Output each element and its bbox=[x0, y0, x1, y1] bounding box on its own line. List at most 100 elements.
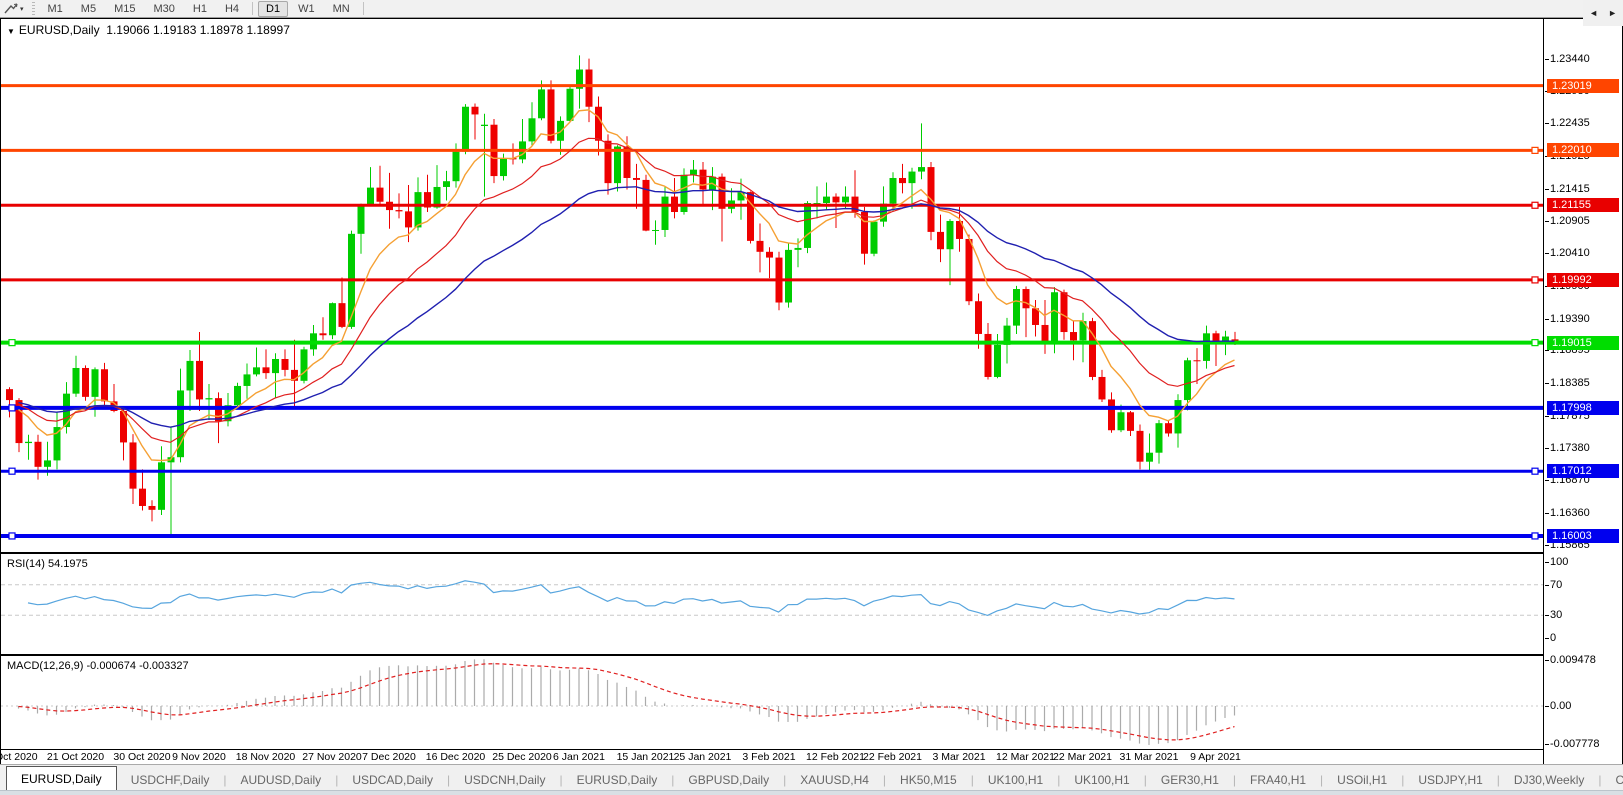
axis-tick-label: 1.19390 bbox=[1550, 312, 1590, 326]
price-tag: 1.19015 bbox=[1547, 336, 1619, 350]
chart-window: ▼ EURUSD,Daily 1.19066 1.19183 1.18978 1.… bbox=[0, 18, 1623, 765]
tab-scroll-arrows: ◄ ► bbox=[1583, 0, 1623, 26]
date-axis-label: 25 Jan 2021 bbox=[674, 751, 732, 763]
rsi-panel[interactable] bbox=[1, 554, 1544, 654]
axis-tick-label: 1.16360 bbox=[1550, 506, 1590, 520]
date-axis-label: 12 Mar 2021 bbox=[996, 751, 1055, 763]
rsi-name: RSI(14) bbox=[7, 558, 45, 570]
chart-tab[interactable]: USDCHF,Daily bbox=[117, 769, 224, 791]
chart-tab[interactable]: AUDUSD,Daily bbox=[227, 769, 336, 791]
ohlc-low: 1.18978 bbox=[200, 23, 243, 37]
symbol-dropdown-icon[interactable]: ▼ bbox=[7, 27, 15, 36]
mt4-terminal: ▾ M1M5M15M30H1H4 D1W1MN ▼ EURUSD,Daily 1.1… bbox=[0, 0, 1623, 795]
timeframe-button-m30[interactable]: M30 bbox=[145, 1, 182, 17]
axis-tick-label: 1.20410 bbox=[1550, 246, 1590, 260]
axis-tick-label: 1.20905 bbox=[1550, 214, 1590, 228]
date-axis-label: 18 Nov 2020 bbox=[236, 751, 296, 763]
chart-tab[interactable]: EURUSD,Daily bbox=[563, 769, 672, 791]
chart-ohlc-header: ▼ EURUSD,Daily 1.19066 1.19183 1.18978 1.… bbox=[7, 23, 290, 37]
date-axis-label: 15 Jan 2021 bbox=[617, 751, 675, 763]
axis-tick-label: 1.22435 bbox=[1550, 116, 1590, 130]
timeframe-button-m1[interactable]: M1 bbox=[40, 1, 71, 17]
chart-symbol-label: EURUSD,Daily bbox=[19, 23, 100, 37]
toolbar-grip[interactable] bbox=[32, 2, 35, 15]
chart-tab[interactable]: XAUUSD,H4 bbox=[786, 769, 883, 791]
macd-canvas[interactable] bbox=[1, 656, 1544, 749]
chart-tab[interactable]: DJ30,Weekly bbox=[1500, 769, 1598, 791]
price-tag: 1.22010 bbox=[1547, 143, 1619, 157]
chart-tab[interactable]: USOil,H1 bbox=[1323, 769, 1401, 791]
axis-tick-label: 1.18385 bbox=[1550, 376, 1590, 390]
axis-tick-label: 0.009478 bbox=[1550, 653, 1596, 667]
chart-tab[interactable]: CHINA300,H1 bbox=[1602, 769, 1623, 791]
timeframe-button-h4[interactable]: H4 bbox=[217, 1, 247, 17]
date-axis-label: 21 Oct 2020 bbox=[47, 751, 104, 763]
macd-signal-value: -0.003327 bbox=[139, 660, 189, 672]
date-axis-label: 27 Nov 2020 bbox=[302, 751, 362, 763]
date-axis-label: 9 Nov 2020 bbox=[172, 751, 226, 763]
date-axis-label: 6 Jan 2021 bbox=[553, 751, 605, 763]
rsi-canvas[interactable] bbox=[1, 554, 1544, 654]
axis-tick-label: -0.007778 bbox=[1550, 737, 1600, 751]
ohlc-high: 1.19183 bbox=[153, 23, 196, 37]
toolbar-separator bbox=[363, 2, 364, 15]
date-axis-label: 30 Oct 2020 bbox=[113, 751, 170, 763]
scroll-left-icon[interactable]: ◄ bbox=[1589, 8, 1598, 18]
macd-label: MACD(12,26,9) -0.000674 -0.003327 bbox=[7, 660, 189, 672]
chart-tab[interactable]: USDCNH,Daily bbox=[450, 769, 559, 791]
axis-tick-label: 70 bbox=[1550, 578, 1562, 592]
chart-tab[interactable]: USDCAD,Daily bbox=[338, 769, 447, 791]
chart-tab[interactable]: FRA40,H1 bbox=[1236, 769, 1320, 791]
chart-tab-active[interactable]: EURUSD,Daily bbox=[6, 766, 117, 791]
price-tag: 1.23019 bbox=[1547, 79, 1619, 93]
macd-panel[interactable] bbox=[1, 656, 1544, 749]
timeframe-button-d1[interactable]: D1 bbox=[258, 1, 288, 17]
price-chart-panel[interactable] bbox=[1, 19, 1544, 552]
axis-tick-label: 0 bbox=[1550, 631, 1556, 645]
timeframe-button-m15[interactable]: M15 bbox=[106, 1, 143, 17]
chart-tab[interactable]: GER30,H1 bbox=[1147, 769, 1233, 791]
date-axis-label: 7 Dec 2020 bbox=[362, 751, 416, 763]
timeframe-buttons: M1M5M15M30H1H4 D1W1MN bbox=[39, 1, 368, 17]
chart-tab[interactable]: GBPUSD,Daily bbox=[674, 769, 783, 791]
chart-tab[interactable]: UK100,H1 bbox=[974, 769, 1057, 791]
date-axis-label: 22 Feb 2021 bbox=[863, 751, 922, 763]
timeframe-button-mn[interactable]: MN bbox=[325, 1, 358, 17]
chevron-down-icon: ▾ bbox=[20, 5, 24, 13]
timeframe-button-m5[interactable]: M5 bbox=[73, 1, 104, 17]
date-axis-label: 25 Dec 2020 bbox=[492, 751, 552, 763]
price-tag: 1.17998 bbox=[1547, 401, 1619, 415]
chart-tabbar: EURUSD,DailyUSDCHF,Daily|AUDUSD,Daily|US… bbox=[0, 764, 1623, 791]
date-axis-label: 9 Apr 2021 bbox=[1190, 751, 1241, 763]
price-tag: 1.19992 bbox=[1547, 273, 1619, 287]
chart-tab[interactable]: USDJPY,H1 bbox=[1404, 769, 1496, 791]
date-axis-label: 31 Mar 2021 bbox=[1120, 751, 1179, 763]
scroll-right-icon[interactable]: ► bbox=[1608, 8, 1617, 18]
panel-separator bbox=[1, 749, 1622, 750]
date-axis-label: 16 Dec 2020 bbox=[426, 751, 486, 763]
axis-tick-label: 100 bbox=[1550, 555, 1568, 569]
price-tag: 1.17012 bbox=[1547, 464, 1619, 478]
chart-tab[interactable]: UK100,H1 bbox=[1060, 769, 1143, 791]
macd-name: MACD(12,26,9) bbox=[7, 660, 83, 672]
timeframe-button-w1[interactable]: W1 bbox=[290, 1, 323, 17]
macd-value: -0.000674 bbox=[86, 660, 136, 672]
ohlc-open: 1.19066 bbox=[106, 23, 149, 37]
date-axis-label: 3 Feb 2021 bbox=[742, 751, 795, 763]
date-axis-label: 12 Oct 2020 bbox=[0, 751, 38, 763]
axis-tick-label: 0.00 bbox=[1550, 699, 1571, 713]
chart-tab[interactable]: HK50,M15 bbox=[886, 769, 971, 791]
axis-tick-label: 1.23440 bbox=[1550, 52, 1590, 66]
date-axis-label: 3 Mar 2021 bbox=[932, 751, 985, 763]
price-tag: 1.21155 bbox=[1547, 198, 1619, 212]
rsi-value: 54.1975 bbox=[48, 558, 88, 570]
timeframe-toolbar: ▾ M1M5M15M30H1H4 D1W1MN bbox=[0, 0, 1623, 18]
price-chart-canvas[interactable] bbox=[1, 19, 1544, 552]
status-strip bbox=[0, 790, 1623, 795]
line-studies-button[interactable]: ▾ bbox=[0, 1, 28, 16]
timeframe-button-h1[interactable]: H1 bbox=[185, 1, 215, 17]
ohlc-close: 1.18997 bbox=[246, 23, 289, 37]
date-axis-label: 22 Mar 2021 bbox=[1053, 751, 1112, 763]
price-tag: 1.16003 bbox=[1547, 529, 1619, 543]
axis-tick-label: 30 bbox=[1550, 608, 1562, 622]
